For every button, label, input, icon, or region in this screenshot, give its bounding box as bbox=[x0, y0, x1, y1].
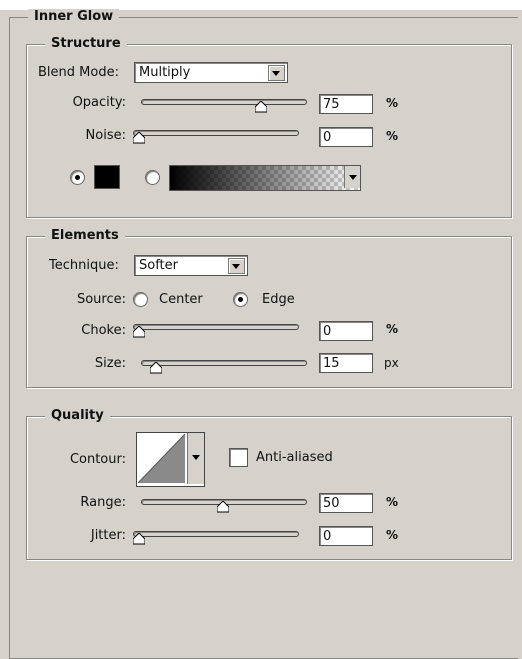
technique-select[interactable]: Softer bbox=[134, 255, 248, 276]
slider-thumb-icon[interactable] bbox=[217, 501, 229, 513]
opacity-input[interactable]: 75 bbox=[319, 94, 373, 114]
slider-thumb-icon[interactable] bbox=[133, 132, 145, 144]
gradient-picker[interactable] bbox=[169, 165, 361, 191]
source-edge-radio[interactable] bbox=[233, 292, 248, 307]
chevron-down-icon[interactable] bbox=[228, 258, 245, 274]
elements-title: Elements bbox=[45, 228, 125, 243]
jitter-label: Jitter: bbox=[90, 528, 126, 543]
choke-input[interactable]: 0 bbox=[319, 321, 373, 341]
size-unit: px bbox=[384, 356, 399, 370]
choke-unit: % bbox=[386, 322, 399, 336]
source-center-radio[interactable] bbox=[133, 292, 148, 307]
range-label: Range: bbox=[80, 495, 126, 510]
source-edge-label[interactable]: Edge bbox=[262, 292, 295, 307]
slider-thumb-icon[interactable] bbox=[133, 326, 145, 338]
blend-mode-select[interactable]: Multiply bbox=[134, 62, 288, 83]
contour-linear-icon bbox=[138, 434, 185, 483]
contour-picker[interactable] bbox=[136, 432, 205, 487]
opacity-slider[interactable] bbox=[141, 99, 307, 113]
opacity-unit: % bbox=[386, 96, 399, 110]
slider-thumb-icon[interactable] bbox=[255, 101, 267, 113]
source-center-label[interactable]: Center bbox=[159, 292, 203, 307]
choke-slider[interactable] bbox=[133, 324, 299, 338]
technique-value: Softer bbox=[139, 258, 178, 273]
noise-label: Noise: bbox=[85, 128, 126, 143]
range-input[interactable]: 50 bbox=[319, 493, 373, 513]
contour-label: Contour: bbox=[69, 452, 126, 467]
slider-thumb-icon[interactable] bbox=[133, 533, 145, 545]
slider-thumb-icon[interactable] bbox=[150, 362, 163, 374]
opacity-label: Opacity: bbox=[72, 95, 126, 110]
noise-unit: % bbox=[386, 129, 399, 143]
blend-mode-value: Multiply bbox=[139, 65, 191, 80]
jitter-slider[interactable] bbox=[133, 531, 299, 545]
size-slider[interactable] bbox=[141, 360, 307, 374]
quality-title: Quality bbox=[45, 408, 110, 423]
panel-title: Inner Glow bbox=[28, 9, 120, 24]
blend-mode-label: Blend Mode: bbox=[38, 65, 119, 80]
chevron-down-icon[interactable] bbox=[268, 65, 285, 81]
anti-aliased-label[interactable]: Anti-aliased bbox=[256, 450, 333, 465]
size-label: Size: bbox=[94, 356, 126, 371]
noise-input[interactable]: 0 bbox=[319, 127, 373, 147]
gradient-fill-radio[interactable] bbox=[145, 170, 160, 185]
slider-track[interactable] bbox=[133, 531, 299, 537]
choke-label: Choke: bbox=[81, 323, 126, 338]
range-slider[interactable] bbox=[141, 499, 307, 513]
glow-color-swatch[interactable] bbox=[94, 165, 120, 189]
color-fill-radio[interactable] bbox=[70, 170, 85, 185]
technique-label: Technique: bbox=[49, 258, 119, 273]
jitter-unit: % bbox=[386, 528, 399, 542]
anti-aliased-checkbox[interactable] bbox=[229, 448, 248, 467]
jitter-input[interactable]: 0 bbox=[319, 526, 373, 546]
slider-track[interactable] bbox=[141, 360, 307, 366]
slider-track[interactable] bbox=[133, 324, 299, 330]
slider-track[interactable] bbox=[133, 130, 299, 136]
source-label: Source: bbox=[76, 292, 126, 307]
chevron-down-icon[interactable] bbox=[344, 166, 360, 188]
slider-track[interactable] bbox=[141, 99, 307, 105]
range-unit: % bbox=[386, 495, 399, 509]
size-input[interactable]: 15 bbox=[319, 353, 373, 373]
noise-slider[interactable] bbox=[133, 130, 299, 144]
chevron-down-icon[interactable] bbox=[187, 433, 204, 484]
structure-title: Structure bbox=[45, 36, 127, 51]
